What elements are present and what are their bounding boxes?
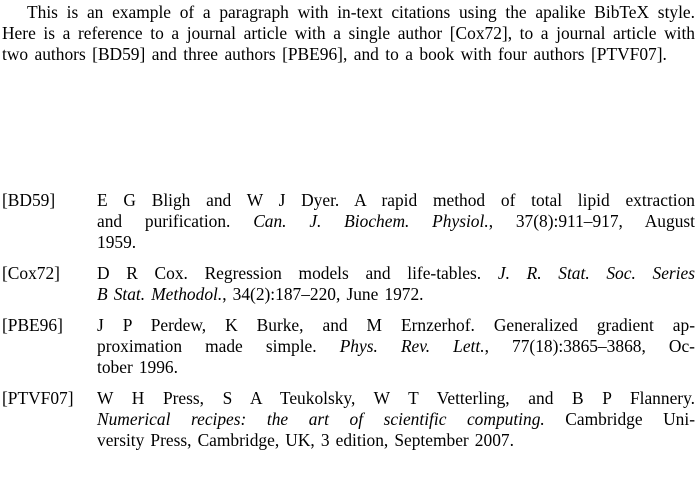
- bibliography-entry-text: D R Cox. Regression models and life-tabl…: [97, 263, 695, 305]
- bibliography-entry-text: J P Perdew, K Burke, and M Ernzerhof. Ge…: [97, 315, 695, 378]
- bibliography-list: [BD59] E G Bligh and W J Dyer. A rapid m…: [2, 190, 695, 451]
- entry-line-text: and purification.: [97, 211, 254, 231]
- entry-line-text: Cambridge Uni-: [544, 409, 695, 429]
- entry-line-text: versity Press, Cambridge, UK, 3 edition,…: [97, 430, 514, 450]
- bibliography-entry: [PTVF07] W H Press, S A Teukolsky, W T V…: [2, 388, 695, 451]
- entry-line-text: J P Perdew, K Burke, and M Ernzerhof. Ge…: [97, 315, 695, 335]
- intro-section: This is an example of a paragraph with i…: [2, 2, 695, 65]
- entry-line-text: W H Press, S A Teukolsky, W T Vetterling…: [97, 388, 695, 408]
- entry-line-text: , 34(2):187–220, June 1972.: [222, 284, 424, 304]
- journal-title-italic: J. R. Stat. Soc. Series: [497, 263, 695, 283]
- intro-paragraph: This is an example of a paragraph with i…: [2, 2, 695, 64]
- entry-line-text: tober 1996.: [97, 357, 178, 377]
- book-title-italic: Numerical recipes: the art of scientific…: [97, 409, 545, 429]
- citation-key-label: [PBE96]: [2, 315, 63, 335]
- bibliography-entry: [BD59] E G Bligh and W J Dyer. A rapid m…: [2, 190, 695, 253]
- journal-title-italic: Phys. Rev. Lett.: [339, 336, 485, 356]
- bibliography-entry-text: E G Bligh and W J Dyer. A rapid method o…: [97, 190, 695, 253]
- bibliography-entry-text: W H Press, S A Teukolsky, W T Vetterling…: [97, 388, 695, 451]
- citation-key-label: [PTVF07]: [2, 388, 74, 408]
- entry-line-text: proximation made simple.: [97, 336, 340, 356]
- journal-title-italic: Can. J. Biochem. Physiol.: [253, 211, 489, 231]
- entry-line-text: D R Cox. Regression models and life-tabl…: [97, 263, 498, 283]
- bibliography-entry: [PBE96] J P Perdew, K Burke, and M Ernze…: [2, 315, 695, 378]
- entry-line-text: 1959.: [97, 232, 137, 252]
- entry-line-text: , 77(18):3865–3868, Oc-: [484, 336, 695, 356]
- citation-key-label: [Cox72]: [2, 263, 60, 283]
- entry-line-text: , 37(8):911–917, August: [488, 211, 695, 231]
- journal-title-italic: B Stat. Methodol.: [97, 284, 223, 304]
- citation-key-label: [BD59]: [2, 190, 56, 210]
- entry-line-text: E G Bligh and W J Dyer. A rapid method o…: [97, 190, 695, 210]
- bibliography-entry: [Cox72] D R Cox. Regression models and l…: [2, 263, 695, 305]
- document-page: This is an example of a paragraph with i…: [0, 0, 700, 501]
